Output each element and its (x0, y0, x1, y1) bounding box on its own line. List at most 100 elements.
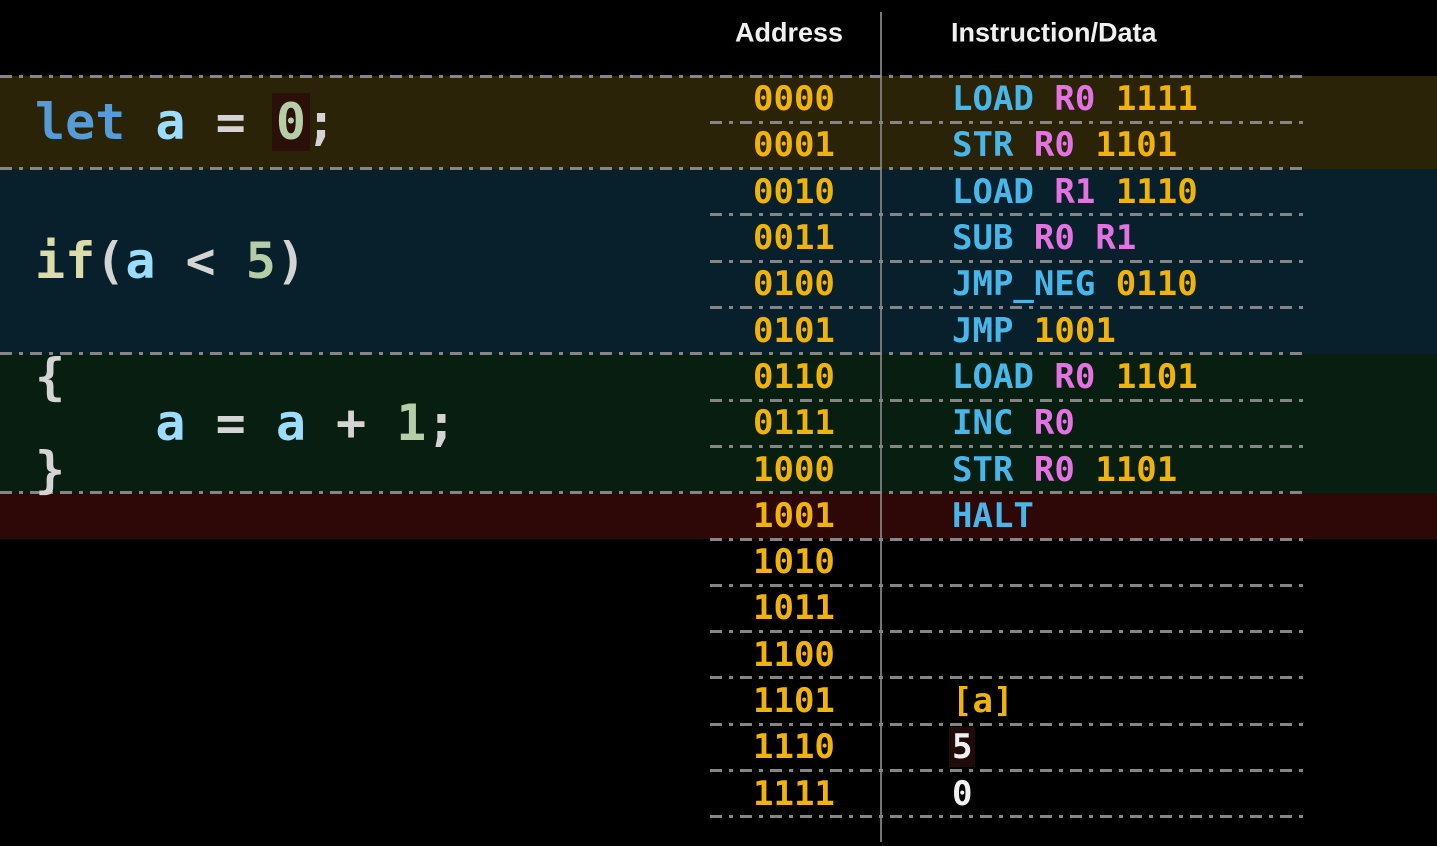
instruction-cell-1000: STR R0 1101 (952, 450, 1177, 490)
token-operator: ; (426, 394, 456, 452)
address-cell-0001: 0001 (753, 125, 835, 165)
token-value: [a] (952, 681, 1013, 721)
code-to-machine-code-diagram: Address Instruction/Data 0000LOAD R0 111… (0, 0, 1437, 846)
address-cell-0000: 0000 (753, 79, 835, 119)
address-cell-0101: 0101 (753, 311, 835, 351)
token-register: R0 (1054, 357, 1095, 397)
token-operator: + (306, 394, 396, 452)
token-variable: a (125, 232, 155, 290)
token-variable: a (155, 394, 185, 452)
band-boundary-line (0, 491, 1306, 494)
address-cell-1110: 1110 (753, 727, 835, 767)
token-variable: a (155, 93, 185, 151)
token-register: R1 (1095, 218, 1136, 258)
source-if-condition: if(a < 5) (35, 232, 306, 290)
token-mnemonic: INC (952, 403, 1013, 443)
instruction-cell-0000: LOAD R0 1111 (952, 79, 1198, 119)
row-divider-line (710, 630, 1306, 633)
instruction-cell-0001: STR R0 1101 (952, 125, 1177, 165)
token-operator: < (155, 232, 245, 290)
token-value: 1001 (1034, 311, 1116, 351)
address-cell-0100: 0100 (753, 264, 835, 304)
token-variable: a (276, 394, 306, 452)
instruction-data-column-header: Instruction/Data (951, 18, 1157, 49)
instruction-cell-0010: LOAD R1 1110 (952, 172, 1198, 212)
row-divider-line (710, 769, 1306, 772)
row-divider-line (710, 260, 1306, 263)
token-plain: 0 (952, 774, 972, 814)
address-cell-0111: 0111 (753, 403, 835, 443)
token-register: R0 (1034, 403, 1075, 443)
source-increment-statement: a = a + 1; (35, 394, 456, 452)
token-value: 1101 (1116, 357, 1198, 397)
instruction-cell-0100: JMP_NEG 0110 (952, 264, 1198, 304)
row-divider-line (710, 584, 1306, 587)
row-divider-line (710, 445, 1306, 448)
row-divider-line (710, 815, 1306, 818)
token-value: 0110 (1116, 264, 1198, 304)
row-divider-line (710, 306, 1306, 309)
token-mnemonic: JMP_NEG (952, 264, 1095, 304)
band-boundary-line (0, 167, 1306, 170)
token-mnemonic: SUB (952, 218, 1013, 258)
address-cell-1010: 1010 (753, 542, 835, 582)
address-cell-1101: 1101 (753, 681, 835, 721)
address-cell-1100: 1100 (753, 635, 835, 675)
token-mnemonic: LOAD (952, 357, 1034, 397)
instruction-cell-1110: 5 (952, 727, 972, 767)
token-mnemonic: HALT (952, 496, 1034, 536)
row-divider-line (710, 723, 1306, 726)
address-cell-0011: 0011 (753, 218, 835, 258)
token-register: R0 (1034, 218, 1075, 258)
address-cell-0110: 0110 (753, 357, 835, 397)
token-value: 1111 (1116, 79, 1198, 119)
row-divider-line (710, 213, 1306, 216)
row-divider-line (710, 676, 1306, 679)
token-operator: ; (306, 93, 336, 151)
instruction-cell-1101: [a] (952, 681, 1013, 721)
token-operator: = (186, 394, 276, 452)
instruction-cell-1111: 0 (952, 774, 972, 814)
token-mnemonic: LOAD (952, 172, 1034, 212)
address-cell-1000: 1000 (753, 450, 835, 490)
address-cell-1111: 1111 (753, 774, 835, 814)
source-close-brace: } (35, 441, 65, 499)
instruction-cell-0111: INC R0 (952, 403, 1075, 443)
token-value: 1110 (1116, 172, 1198, 212)
token-keyword: let (35, 93, 125, 151)
token-operator: } (35, 441, 65, 499)
column-divider-line (880, 12, 882, 842)
address-cell-0010: 0010 (753, 172, 835, 212)
token-register: R0 (1034, 450, 1075, 490)
token-mnemonic: STR (952, 450, 1013, 490)
band-boundary-line (0, 75, 1306, 78)
instruction-cell-0110: LOAD R0 1101 (952, 357, 1198, 397)
token-value: 1101 (1095, 125, 1177, 165)
instruction-cell-0011: SUB R0 R1 (952, 218, 1136, 258)
token-operator (125, 93, 155, 151)
token-register: R0 (1034, 125, 1075, 165)
token-value: 1101 (1095, 450, 1177, 490)
token-number: 1 (396, 394, 426, 452)
row-divider-line (710, 538, 1306, 541)
source-declaration-statement: let a = 0; (35, 93, 336, 151)
row-divider-line (710, 399, 1306, 402)
token-mnemonic: JMP (952, 311, 1013, 351)
instruction-cell-1001: HALT (952, 496, 1034, 536)
band-boundary-line (0, 352, 1306, 355)
address-cell-1011: 1011 (753, 588, 835, 628)
token-operator: ( (95, 232, 125, 290)
token-register: R1 (1054, 172, 1095, 212)
token-register: R0 (1054, 79, 1095, 119)
token-keyword2: if (35, 232, 95, 290)
instruction-cell-0101: JMP 1001 (952, 311, 1116, 351)
token-number: 5 (246, 232, 276, 290)
token-number: 0 (272, 93, 310, 151)
row-divider-line (710, 121, 1306, 124)
token-operator: = (186, 93, 276, 151)
token-operator: ) (276, 232, 306, 290)
token-mnemonic: LOAD (952, 79, 1034, 119)
token-mnemonic: STR (952, 125, 1013, 165)
address-cell-1001: 1001 (753, 496, 835, 536)
highlight-band-halt (0, 493, 1437, 539)
